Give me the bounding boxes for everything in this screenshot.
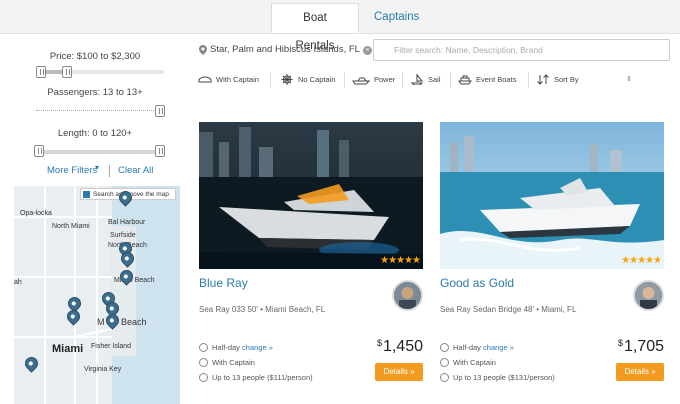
map-label-m: M <box>97 317 105 327</box>
duration-row: Half-day change » <box>199 343 273 352</box>
sort-icon <box>537 74 549 85</box>
passengers-handle[interactable] <box>155 105 165 117</box>
captain-hat-icon <box>198 76 212 83</box>
details-button[interactable]: Details » <box>616 363 664 381</box>
power-boat-icon <box>352 77 370 85</box>
map[interactable]: Search as I move the map Opa-locka North… <box>14 186 180 404</box>
listing-title[interactable]: Blue Ray <box>199 276 248 290</box>
duration-row: Half-day change » <box>440 343 514 352</box>
captain-row: With Captain <box>199 358 255 367</box>
clock-icon <box>199 343 208 352</box>
listing-title[interactable]: Good as Gold <box>440 276 514 290</box>
ship-wheel-icon <box>281 74 293 85</box>
captain-icon <box>199 358 208 367</box>
tabs-bar: Boat Rentals Captains <box>0 0 680 52</box>
chevron-updown-icon: ⇕ <box>626 76 632 83</box>
capacity-row: Up to 13 people ($111/person) <box>199 373 313 382</box>
chip-power[interactable]: Power <box>348 69 400 91</box>
price-filter-label: Price: $100 to $2,300 <box>49 51 141 62</box>
map-label-surfside: Surfside <box>110 232 136 239</box>
captain-icon <box>440 358 449 367</box>
search-input[interactable]: Filter search: Name, Description, Brand <box>373 39 670 61</box>
length-max-handle[interactable] <box>155 145 165 157</box>
details-button[interactable]: Details » <box>375 363 423 381</box>
tab-captains[interactable]: Captains <box>360 3 422 33</box>
divider <box>109 165 110 177</box>
people-icon <box>199 373 208 382</box>
sailboat-icon <box>410 74 424 85</box>
length-filter-label: Length: 0 to 120+ <box>57 128 133 139</box>
chevron-down-icon[interactable]: ▾ <box>95 163 99 172</box>
listing-subtitle: Sea Ray Sedan Bridge 48' • Miami, FL <box>440 305 577 314</box>
listing-subtitle: Sea Ray 033 50' • Miami Beach, FL <box>199 305 326 314</box>
chip-event-boats[interactable]: Event Boats <box>454 69 526 91</box>
map-label-north-miami: North Miami <box>52 223 90 230</box>
location-field[interactable]: Star, Palm and Hibiscus Islands, FL × <box>210 44 372 55</box>
more-filters-link[interactable]: More Filters <box>47 165 97 176</box>
clock-icon <box>440 343 449 352</box>
change-duration-link[interactable]: change » <box>242 343 273 352</box>
clear-location-icon[interactable]: × <box>362 46 372 55</box>
boat-photo[interactable]: ★★★★★ <box>199 122 423 269</box>
map-label-bal-harbour: Bal Harbour <box>108 219 146 226</box>
location-pin-icon <box>199 45 207 55</box>
rating-stars: ★★★★★ <box>621 255 662 266</box>
chip-with-captain[interactable]: With Captain <box>194 69 264 91</box>
passengers-slider[interactable] <box>36 110 164 115</box>
clear-all-link[interactable]: Clear All <box>118 165 153 176</box>
price-max-handle[interactable] <box>62 66 72 78</box>
map-label-beach: Beach <box>121 317 147 327</box>
length-slider[interactable] <box>36 150 164 154</box>
passengers-filter-label: Passengers: 13 to 13+ <box>47 87 143 98</box>
captain-row: With Captain <box>440 358 496 367</box>
chip-no-captain[interactable]: No Captain <box>276 69 340 91</box>
length-min-handle[interactable] <box>34 145 44 157</box>
price: $1,450 <box>376 338 423 355</box>
chip-sail[interactable]: Sail <box>406 69 448 91</box>
change-duration-link[interactable]: change » <box>483 343 514 352</box>
map-label-virginia-key: Virginia Key <box>84 366 122 373</box>
checkbox-icon[interactable] <box>83 191 90 198</box>
map-label-opa-locka: Opa-locka <box>20 210 52 217</box>
map-label-hialeah: ah <box>14 279 22 286</box>
price: $1,705 <box>617 338 664 355</box>
map-label-fisher-island: Fisher Island <box>91 343 132 350</box>
boat-photo[interactable]: ★★★★★ <box>440 122 664 269</box>
tab-boat-rentals[interactable]: Boat Rentals <box>271 3 359 52</box>
captain-avatar[interactable] <box>392 280 423 311</box>
people-icon <box>440 373 449 382</box>
map-label-miami: Miami <box>52 343 84 355</box>
captain-avatar[interactable] <box>633 280 664 311</box>
price-min-handle[interactable] <box>36 66 46 78</box>
capacity-row: Up to 13 people ($131/person) <box>440 373 555 382</box>
sort-by-dropdown[interactable]: Sort By ⇕ <box>532 69 632 91</box>
rating-stars: ★★★★★ <box>380 255 421 266</box>
event-boat-icon <box>458 75 472 85</box>
price-slider[interactable] <box>36 70 164 74</box>
boat-image <box>199 122 423 269</box>
boat-image <box>440 122 664 269</box>
